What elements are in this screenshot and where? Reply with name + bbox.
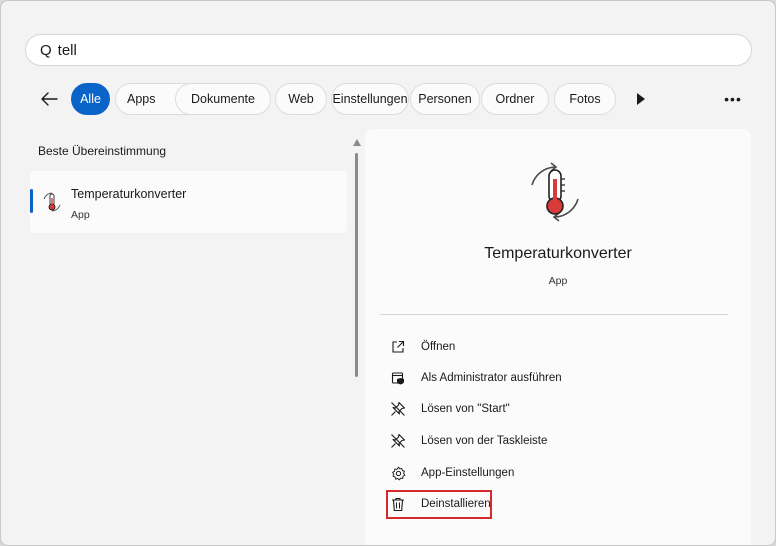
scroll-up-arrow[interactable]: [353, 139, 361, 146]
gear-icon: [389, 464, 407, 482]
detail-app-type: App: [548, 275, 568, 287]
result-name: Temperaturkonverter: [71, 187, 187, 201]
list-item[interactable]: Temperaturkonverter App: [30, 171, 347, 233]
back-arrow-icon: [41, 92, 58, 106]
divider: [380, 314, 728, 315]
thermometer-app-icon: [531, 162, 579, 222]
tab-einstellungen[interactable]: Einstellungen: [331, 83, 409, 115]
detail-app-name: Temperaturkonverter: [484, 245, 632, 262]
action-label: App-Einstellungen: [421, 467, 515, 479]
result-type: App: [71, 209, 90, 221]
play-arrow-icon: [637, 93, 645, 105]
scrollbar[interactable]: [352, 139, 362, 379]
scrollbar-thumb[interactable]: [355, 153, 358, 377]
more-options-button[interactable]: •••: [721, 89, 745, 109]
unpin-icon: [389, 432, 407, 450]
action-open[interactable]: Öffnen: [389, 335, 689, 359]
search-input[interactable]: [57, 41, 658, 59]
unpin-icon: [389, 400, 407, 418]
action-label: Lösen von "Start": [421, 403, 510, 415]
action-label: Als Administrator ausführen: [421, 372, 562, 384]
action-label: Lösen von der Taskleiste: [421, 435, 548, 447]
open-external-icon: [389, 338, 407, 356]
detail-pane: Temperaturkonverter App Öffnen Als Admin…: [365, 129, 751, 545]
tab-web[interactable]: Web: [275, 83, 327, 115]
action-app-settings[interactable]: App-Einstellungen: [389, 461, 689, 485]
action-label: Öffnen: [421, 341, 456, 353]
highlight-box: [386, 490, 492, 519]
tab-alle[interactable]: Alle: [71, 83, 110, 115]
action-run-as-admin[interactable]: Als Administrator ausführen: [389, 366, 689, 390]
selection-indicator: [30, 189, 33, 213]
tab-personen[interactable]: Personen: [410, 83, 480, 115]
best-match-title: Beste Übereinstimmung: [38, 144, 167, 158]
tab-fotos[interactable]: Fotos: [554, 83, 616, 115]
tab-ordner[interactable]: Ordner: [481, 83, 549, 115]
search-box[interactable]: Q: [25, 34, 752, 66]
action-unpin-start[interactable]: Lösen von "Start": [389, 397, 689, 421]
search-panel: Q Alle Apps Dokumente Web Einstellungen …: [0, 0, 776, 546]
thermometer-icon: [43, 192, 61, 212]
more-tabs-button[interactable]: [633, 91, 649, 107]
shield-admin-icon: [389, 369, 407, 387]
action-unpin-taskbar[interactable]: Lösen von der Taskleiste: [389, 429, 689, 453]
back-button[interactable]: [37, 87, 61, 111]
tab-dokumente[interactable]: Dokumente: [175, 83, 271, 115]
search-prefix: Q: [40, 41, 52, 59]
